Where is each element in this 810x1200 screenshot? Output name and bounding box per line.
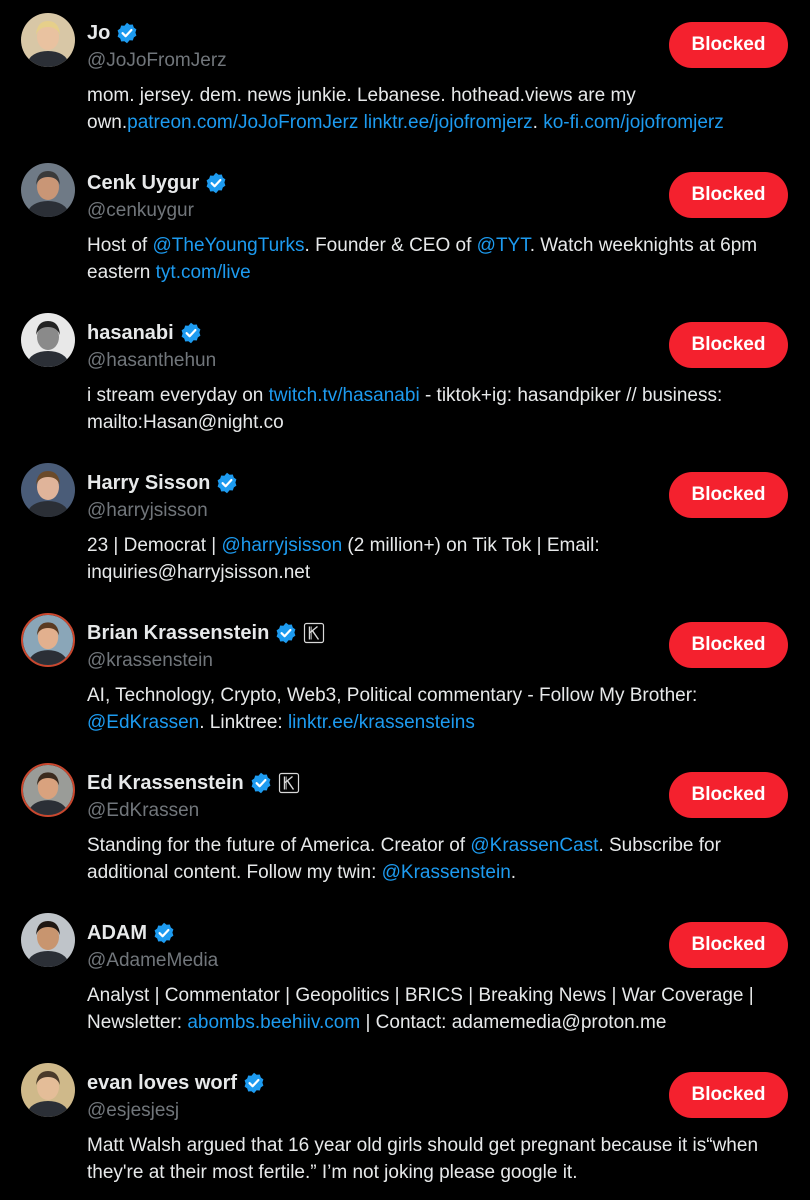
display-name[interactable]: Cenk Uygur xyxy=(87,172,199,195)
bio-text: 23 | Democrat | xyxy=(87,535,222,556)
verified-badge-icon xyxy=(250,772,272,794)
blocked-button[interactable]: Blocked xyxy=(669,1072,788,1118)
bio-link[interactable]: @harryjsisson xyxy=(221,535,342,556)
bio-text: . xyxy=(510,862,517,883)
user-row[interactable]: Ed Krassenstein @EdKrassen Standing for t… xyxy=(0,750,810,900)
bio-text: i stream everyday on xyxy=(87,385,269,406)
user-row[interactable]: Jo @JoJoFromJerz mom. jersey. dem. news j… xyxy=(0,0,810,150)
avatar[interactable] xyxy=(21,13,75,67)
blocked-button[interactable]: Blocked xyxy=(669,322,788,368)
bio-link[interactable]: patreon.com/JoJoFromJerz xyxy=(127,112,358,133)
user-handle: @AdameMedia xyxy=(87,950,219,971)
bio-text: . Linktree: xyxy=(199,712,288,733)
blocked-button[interactable]: Blocked xyxy=(669,772,788,818)
bio-text: . Founder & CEO of xyxy=(304,235,477,256)
bio-text: Standing for the future of America. Crea… xyxy=(87,835,471,856)
bio-text: Host of xyxy=(87,235,153,256)
verified-badge-icon xyxy=(153,922,175,944)
display-name[interactable]: ADAM xyxy=(87,922,147,945)
bio-text: AI, Technology, Crypto, Web3, Political … xyxy=(87,685,698,706)
bio-link[interactable]: abombs.beehiiv.com xyxy=(187,1012,360,1033)
blocked-button[interactable]: Blocked xyxy=(669,472,788,518)
user-bio: mom. jersey. dem. news junkie. Lebanese.… xyxy=(87,82,787,136)
display-name[interactable]: Brian Krassenstein xyxy=(87,622,269,645)
user-bio: i stream everyday on twitch.tv/hasanabi … xyxy=(87,382,787,436)
user-row[interactable]: evan loves worf @esjesjesj Matt Walsh arg… xyxy=(0,1050,810,1200)
display-name[interactable]: Jo xyxy=(87,22,110,45)
name-row: evan loves worf xyxy=(87,1070,265,1096)
bio-text: . xyxy=(532,112,544,133)
user-row[interactable]: Harry Sisson @harryjsisson 23 | Democrat … xyxy=(0,450,810,600)
user-bio: AI, Technology, Crypto, Web3, Political … xyxy=(87,682,787,736)
user-handle: @harryjsisson xyxy=(87,500,208,521)
avatar[interactable] xyxy=(21,1063,75,1117)
display-name[interactable]: Harry Sisson xyxy=(87,472,210,495)
bio-link[interactable]: @Krassenstein xyxy=(382,862,511,883)
avatar[interactable] xyxy=(21,463,75,517)
name-row: hasanabi xyxy=(87,320,202,346)
blocked-accounts-list: Jo @JoJoFromJerz mom. jersey. dem. news j… xyxy=(0,0,810,1200)
avatar[interactable] xyxy=(21,763,75,817)
verified-badge-icon xyxy=(180,322,202,344)
avatar[interactable] xyxy=(21,913,75,967)
verified-badge-icon xyxy=(216,472,238,494)
blocked-button[interactable]: Blocked xyxy=(669,22,788,68)
name-row: Ed Krassenstein xyxy=(87,770,300,796)
verified-badge-icon xyxy=(243,1072,265,1094)
verified-badge-icon xyxy=(205,172,227,194)
user-handle: @cenkuygur xyxy=(87,200,194,221)
bio-link[interactable]: @TYT xyxy=(477,235,530,256)
bio-link[interactable]: tyt.com/live xyxy=(156,262,251,283)
name-row: Cenk Uygur xyxy=(87,170,227,196)
bio-link[interactable]: linktr.ee/jojofromjerz xyxy=(364,112,533,133)
user-handle: @krassenstein xyxy=(87,650,213,671)
user-bio: Matt Walsh argued that 16 year old girls… xyxy=(87,1132,787,1186)
user-handle: @esjesjesj xyxy=(87,1100,180,1121)
display-name[interactable]: evan loves worf xyxy=(87,1072,237,1095)
user-handle: @hasanthehun xyxy=(87,350,217,371)
blocked-button[interactable]: Blocked xyxy=(669,172,788,218)
user-bio: Host of @TheYoungTurks. Founder & CEO of… xyxy=(87,232,787,286)
user-handle: @EdKrassen xyxy=(87,800,200,821)
bio-link[interactable]: ko-fi.com/jojofromjerz xyxy=(543,112,724,133)
bio-text: | Contact: adamemedia@proton.me xyxy=(360,1012,667,1033)
name-row: Brian Krassenstein xyxy=(87,620,325,646)
verified-badge-icon xyxy=(116,22,138,44)
bio-link[interactable]: @TheYoungTurks xyxy=(152,235,304,256)
bio-link[interactable]: twitch.tv/hasanabi xyxy=(269,385,420,406)
avatar[interactable] xyxy=(21,613,75,667)
avatar[interactable] xyxy=(21,163,75,217)
user-bio: 23 | Democrat | @harryjsisson (2 million… xyxy=(87,532,787,586)
user-row[interactable]: hasanabi @hasanthehun i stream everyday o… xyxy=(0,300,810,450)
display-name[interactable]: Ed Krassenstein xyxy=(87,772,244,795)
affiliate-logo-icon xyxy=(278,772,300,794)
display-name[interactable]: hasanabi xyxy=(87,322,174,345)
verified-badge-icon xyxy=(275,622,297,644)
user-row[interactable]: Cenk Uygur @cenkuygur Host of @TheYoungTu… xyxy=(0,150,810,300)
user-row[interactable]: Brian Krassenstein @krassenstein AI, Tech… xyxy=(0,600,810,750)
user-bio: Standing for the future of America. Crea… xyxy=(87,832,787,886)
bio-link[interactable]: @KrassenCast xyxy=(470,835,598,856)
bio-link[interactable]: linktr.ee/krassensteins xyxy=(288,712,475,733)
name-row: ADAM xyxy=(87,920,175,946)
user-row[interactable]: ADAM @AdameMedia Analyst | Commentator | … xyxy=(0,900,810,1050)
user-bio: Analyst | Commentator | Geopolitics | BR… xyxy=(87,982,787,1036)
bio-link[interactable]: @EdKrassen xyxy=(87,712,199,733)
bio-text: Matt Walsh argued that 16 year old girls… xyxy=(87,1135,759,1183)
name-row: Harry Sisson xyxy=(87,470,238,496)
avatar[interactable] xyxy=(21,313,75,367)
user-handle: @JoJoFromJerz xyxy=(87,50,227,71)
blocked-button[interactable]: Blocked xyxy=(669,922,788,968)
affiliate-logo-icon xyxy=(303,622,325,644)
blocked-button[interactable]: Blocked xyxy=(669,622,788,668)
name-row: Jo xyxy=(87,20,138,46)
